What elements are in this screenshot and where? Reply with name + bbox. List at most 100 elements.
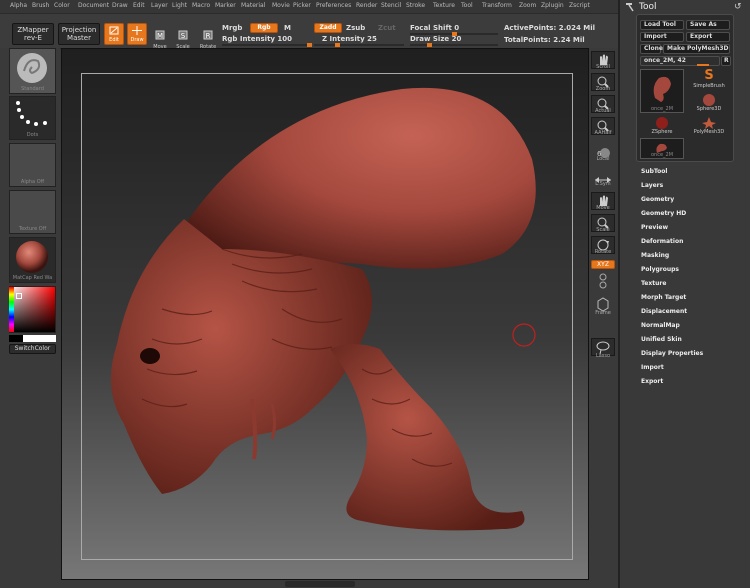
tool-thumb-once-2m[interactable]: once_2M xyxy=(640,138,684,159)
menu-stencil[interactable]: Stencil xyxy=(381,2,401,9)
menu-material[interactable]: Material xyxy=(241,2,265,9)
svg-text:R: R xyxy=(206,32,211,40)
stroke-selector[interactable]: Dots xyxy=(9,96,56,140)
zcut-toggle[interactable]: Zcut xyxy=(378,24,396,32)
menu-marker[interactable]: Marker xyxy=(215,2,236,9)
scale-icon: S xyxy=(178,30,188,40)
menu-alpha[interactable]: Alpha xyxy=(10,2,27,9)
subpalette-export[interactable]: Export xyxy=(641,378,663,385)
make-polymesh-button[interactable]: Make PolyMesh3D xyxy=(663,44,730,54)
color-cursor-icon[interactable] xyxy=(16,293,22,299)
subpalette-preview[interactable]: Preview xyxy=(641,224,668,231)
rotate-button[interactable]: R Rotate xyxy=(197,25,219,50)
menu-draw[interactable]: Draw xyxy=(112,2,128,9)
color-picker[interactable] xyxy=(9,286,56,333)
zsub-toggle[interactable]: Zsub xyxy=(346,24,365,32)
draw-size-slider[interactable] xyxy=(410,43,498,47)
rgb-intensity-slider[interactable] xyxy=(222,43,312,47)
m-toggle[interactable]: M xyxy=(284,24,291,32)
zmapper-button[interactable]: ZMapper rev-E xyxy=(12,23,54,45)
left-shelf: Standard Dots Alpha Off Texture Off MatC… xyxy=(0,48,60,588)
menu-macro[interactable]: Macro xyxy=(192,2,210,9)
switch-color-button[interactable]: SwitchColor xyxy=(9,344,56,354)
menu-color[interactable]: Color xyxy=(54,2,70,9)
menu-light[interactable]: Light xyxy=(172,2,187,9)
save-as-button[interactable]: Save As xyxy=(686,20,730,30)
menu-transform[interactable]: Transform xyxy=(482,2,512,9)
hue-strip[interactable] xyxy=(9,287,14,332)
menu-texture[interactable]: Texture xyxy=(433,2,455,9)
z-intensity-handle[interactable] xyxy=(335,43,340,47)
subpalette-import[interactable]: Import xyxy=(641,364,664,371)
svg-text:M: M xyxy=(157,32,163,40)
menu-picker[interactable]: Picker xyxy=(293,2,311,9)
sculpt-model[interactable] xyxy=(62,49,590,581)
menu-render[interactable]: Render xyxy=(356,2,377,9)
menu-zoom[interactable]: Zoom xyxy=(519,2,536,9)
projection-master-button[interactable]: Projection Master xyxy=(58,23,100,45)
tool-thumb-simplebrush[interactable]: S SimpleBrush xyxy=(687,69,731,91)
subpalette-geometry[interactable]: Geometry xyxy=(641,196,674,203)
z-intensity-slider[interactable] xyxy=(314,43,404,47)
r-button[interactable]: R xyxy=(721,56,731,66)
right-shelf: Scroll Zoom Actual AAHalf 6 Local L.Sym … xyxy=(589,48,618,588)
subpalette-display-properties[interactable]: Display Properties xyxy=(641,350,703,357)
move-view-label: Move xyxy=(596,205,610,211)
alpha-selector[interactable]: Alpha Off xyxy=(9,143,56,187)
subpalette-displacement[interactable]: Displacement xyxy=(641,308,687,315)
subpalette-deformation[interactable]: Deformation xyxy=(641,238,683,245)
hammer-icon xyxy=(626,3,634,12)
texture-label: Texture Off xyxy=(18,226,47,232)
axis-toggles[interactable] xyxy=(591,272,615,290)
brush-selector[interactable]: Standard xyxy=(9,48,56,94)
canvas-scroll-handle[interactable] xyxy=(285,581,355,587)
draw-size-handle[interactable] xyxy=(427,43,432,47)
tool-thumb-once-2m-active[interactable]: once_2M xyxy=(640,69,684,113)
move-button[interactable]: M Move xyxy=(151,25,169,50)
clone-button[interactable]: Clone xyxy=(640,44,663,54)
subpalette-layers[interactable]: Layers xyxy=(641,182,663,189)
secondary-color-swatch[interactable] xyxy=(23,335,56,342)
primary-color-swatch[interactable] xyxy=(9,335,23,342)
menu-layer[interactable]: Layer xyxy=(151,2,168,9)
menu-brush[interactable]: Brush xyxy=(32,2,49,9)
zadd-toggle[interactable]: Zadd xyxy=(314,23,342,33)
texture-selector[interactable]: Texture Off xyxy=(9,190,56,234)
edit-button[interactable]: Edit xyxy=(104,23,124,45)
material-selector[interactable]: MatCap Red Wa xyxy=(9,237,56,283)
tool-thumb-polymesh3d[interactable]: PolyMesh3D xyxy=(687,115,731,137)
subpalette-texture[interactable]: Texture xyxy=(641,280,666,287)
subpalette-geometry-hd[interactable]: Geometry HD xyxy=(641,210,686,217)
subpalette-unified-skin[interactable]: Unified Skin xyxy=(641,336,682,343)
load-tool-button[interactable]: Load Tool xyxy=(640,20,684,30)
edit-label: Edit xyxy=(109,37,119,43)
menu-movie[interactable]: Movie xyxy=(272,2,290,9)
subpalette-normalmap[interactable]: NormalMap xyxy=(641,322,680,329)
panel-refresh-icon[interactable]: ↺ xyxy=(734,2,742,12)
tool-thumb-zsphere[interactable]: ZSphere xyxy=(640,115,684,137)
menu-zplugin[interactable]: Zplugin xyxy=(541,2,564,9)
menu-tool[interactable]: Tool xyxy=(461,2,473,9)
document-canvas[interactable] xyxy=(61,48,589,580)
export-button[interactable]: Export xyxy=(686,32,730,42)
xyz-toggle[interactable]: XYZ xyxy=(591,260,615,269)
mrgb-toggle[interactable]: Mrgb xyxy=(222,24,242,32)
scale-button[interactable]: S Scale xyxy=(174,25,192,50)
import-button[interactable]: Import xyxy=(640,32,684,42)
draw-button[interactable]: Draw xyxy=(127,23,147,45)
tool-slider-handle[interactable] xyxy=(697,64,709,66)
subpalette-subtool[interactable]: SubTool xyxy=(641,168,667,175)
menu-stroke[interactable]: Stroke xyxy=(406,2,425,9)
focal-shift-label: Focal Shift 0 xyxy=(410,24,460,32)
rgb-toggle[interactable]: Rgb xyxy=(250,23,278,33)
tool-thumb-sphere3d[interactable]: Sphere3D xyxy=(687,92,731,114)
subpalette-masking[interactable]: Masking xyxy=(641,252,669,259)
menu-document[interactable]: Document xyxy=(78,2,109,9)
subpalette-morph-target[interactable]: Morph Target xyxy=(641,294,686,301)
draw-icon xyxy=(132,26,142,35)
menu-zscript[interactable]: Zscript xyxy=(569,2,590,9)
subpalette-polygroups[interactable]: Polygroups xyxy=(641,266,679,273)
menu-edit[interactable]: Edit xyxy=(133,2,145,9)
rgb-intensity-handle[interactable] xyxy=(307,43,312,47)
menu-preferences[interactable]: Preferences xyxy=(316,2,351,9)
